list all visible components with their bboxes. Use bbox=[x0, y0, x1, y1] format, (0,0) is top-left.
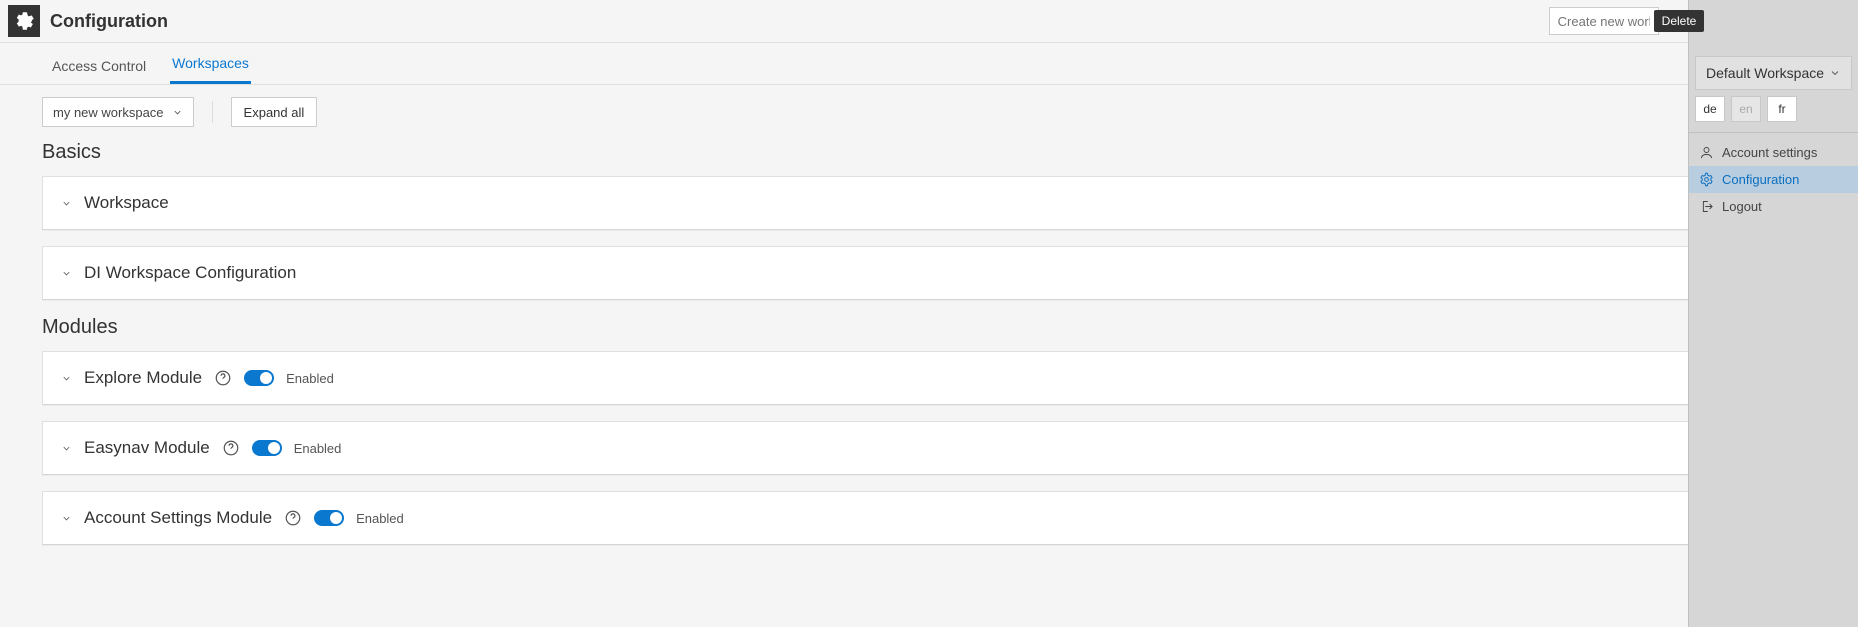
help-icon[interactable] bbox=[222, 439, 240, 457]
flyout-panel: Default Workspace de en fr Account setti… bbox=[1688, 0, 1858, 627]
toolbar: my new workspace Expand all bbox=[0, 85, 1858, 139]
separator bbox=[212, 101, 213, 123]
toggle-status: Enabled bbox=[286, 371, 334, 386]
logout-icon bbox=[1699, 199, 1714, 214]
panel-title: Workspace bbox=[84, 193, 169, 213]
chevron-down-icon[interactable] bbox=[61, 513, 72, 524]
menu-configuration[interactable]: Configuration bbox=[1689, 166, 1858, 193]
panel-title: Easynav Module bbox=[84, 438, 210, 458]
menu-label: Logout bbox=[1722, 199, 1762, 214]
panel-title: Account Settings Module bbox=[84, 508, 272, 528]
menu-account-settings[interactable]: Account settings bbox=[1689, 139, 1858, 166]
user-icon bbox=[1699, 145, 1714, 160]
expand-all-button[interactable]: Expand all bbox=[231, 97, 318, 127]
page-title: Configuration bbox=[50, 11, 168, 32]
language-row: de en fr bbox=[1689, 96, 1858, 130]
panel-di-workspace-config[interactable]: DI Workspace Configuration bbox=[42, 246, 1816, 300]
app-header: Configuration Delete Save bbox=[0, 0, 1858, 43]
panel-title: DI Workspace Configuration bbox=[84, 263, 296, 283]
toggle-status: Enabled bbox=[294, 441, 342, 456]
toggle-account-settings[interactable] bbox=[314, 510, 344, 526]
workspace-select-label: my new workspace bbox=[53, 105, 164, 120]
help-icon[interactable] bbox=[284, 509, 302, 527]
lang-fr[interactable]: fr bbox=[1767, 96, 1797, 122]
toggle-explore[interactable] bbox=[244, 370, 274, 386]
gear-icon bbox=[8, 5, 40, 37]
default-workspace-select[interactable]: Default Workspace bbox=[1695, 56, 1852, 90]
content: Basics Workspace DI Workspace Configurat… bbox=[0, 139, 1858, 627]
panel-account-settings-module[interactable]: Account Settings Module Enabled bbox=[42, 491, 1816, 545]
lang-de[interactable]: de bbox=[1695, 96, 1725, 122]
panel-easynav-module[interactable]: Easynav Module Enabled bbox=[42, 421, 1816, 475]
chevron-down-icon bbox=[1829, 67, 1841, 79]
panel-workspace[interactable]: Workspace bbox=[42, 176, 1816, 230]
workspace-select[interactable]: my new workspace bbox=[42, 97, 194, 127]
user-menu: Account settings Configuration Logout bbox=[1689, 135, 1858, 224]
delete-tooltip: Delete bbox=[1654, 10, 1705, 32]
section-basics-heading: Basics bbox=[42, 141, 1816, 164]
chevron-down-icon[interactable] bbox=[61, 198, 72, 209]
tab-workspaces[interactable]: Workspaces bbox=[170, 45, 251, 84]
help-icon[interactable] bbox=[214, 369, 232, 387]
gear-icon bbox=[1699, 172, 1714, 187]
menu-label: Account settings bbox=[1722, 145, 1817, 160]
tab-access-control[interactable]: Access Control bbox=[50, 48, 148, 84]
section-modules-heading: Modules bbox=[42, 316, 1816, 339]
tabs: Access Control Workspaces bbox=[0, 43, 1858, 85]
separator bbox=[1689, 132, 1858, 133]
default-workspace-label: Default Workspace bbox=[1706, 65, 1824, 81]
panel-explore-module[interactable]: Explore Module Enabled bbox=[42, 351, 1816, 405]
chevron-down-icon[interactable] bbox=[61, 268, 72, 279]
toggle-easynav[interactable] bbox=[252, 440, 282, 456]
chevron-down-icon bbox=[172, 107, 183, 118]
chevron-down-icon[interactable] bbox=[61, 443, 72, 454]
create-workspace-input[interactable] bbox=[1549, 7, 1659, 35]
toggle-status: Enabled bbox=[356, 511, 404, 526]
chevron-down-icon[interactable] bbox=[61, 373, 72, 384]
menu-label: Configuration bbox=[1722, 172, 1799, 187]
menu-logout[interactable]: Logout bbox=[1689, 193, 1858, 220]
panel-title: Explore Module bbox=[84, 368, 202, 388]
lang-en: en bbox=[1731, 96, 1761, 122]
